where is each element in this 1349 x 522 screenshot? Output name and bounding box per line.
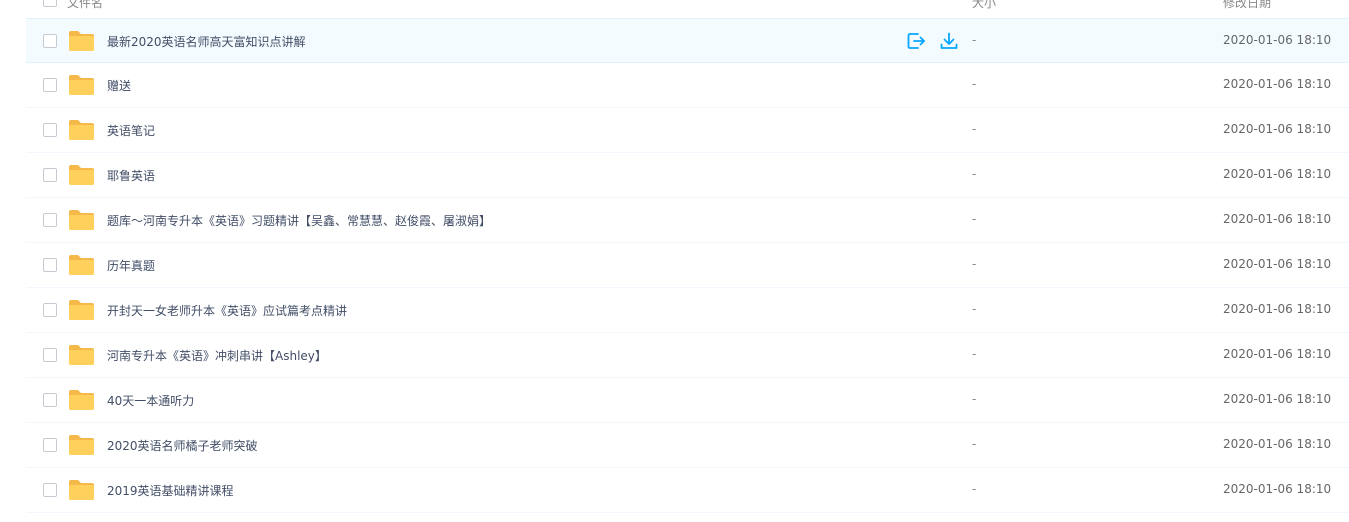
file-name-link[interactable]: 英语笔记 — [107, 122, 155, 139]
file-modified-date: 2020-01-06 18:10 — [1223, 167, 1332, 181]
file-list-header: 文件名 大小 修改日期 — [26, 0, 1349, 19]
file-name-link[interactable]: 河南专升本《英语》冲刺串讲【Ashley】 — [107, 347, 327, 364]
folder-icon[interactable] — [68, 74, 95, 96]
file-modified-date: 2020-01-06 18:10 — [1223, 437, 1332, 451]
file-row[interactable]: 2020英语名师橘子老师突破 - 2020-01-06 18:10 — [26, 423, 1349, 468]
column-header-date[interactable]: 修改日期 — [1223, 0, 1271, 11]
folder-icon[interactable] — [68, 254, 95, 276]
file-size: - — [972, 212, 977, 226]
file-name-link[interactable]: 40天一本通听力 — [107, 392, 194, 409]
row-checkbox[interactable] — [43, 303, 57, 317]
file-size: - — [972, 33, 977, 47]
folder-icon[interactable] — [68, 434, 95, 456]
folder-icon[interactable] — [68, 119, 95, 141]
folder-icon[interactable] — [68, 209, 95, 231]
download-icon[interactable] — [939, 31, 959, 51]
row-checkbox[interactable] — [43, 438, 57, 452]
folder-icon[interactable] — [68, 164, 95, 186]
row-checkbox[interactable] — [43, 393, 57, 407]
file-row[interactable]: 开封天一女老师升本《英语》应试篇考点精讲 - 2020-01-06 18:10 — [26, 288, 1349, 333]
file-name-link[interactable]: 开封天一女老师升本《英语》应试篇考点精讲 — [107, 302, 347, 319]
file-row[interactable]: 最新2020英语名师高天富知识点讲解 - 2020-01-06 18:10 — [26, 18, 1349, 63]
row-checkbox[interactable] — [43, 348, 57, 362]
folder-icon[interactable] — [68, 479, 95, 501]
file-size: - — [972, 302, 977, 316]
file-name-link[interactable]: 2019英语基础精讲课程 — [107, 482, 234, 499]
file-modified-date: 2020-01-06 18:10 — [1223, 33, 1332, 47]
file-modified-date: 2020-01-06 18:10 — [1223, 122, 1332, 136]
file-row[interactable]: 40天一本通听力 - 2020-01-06 18:10 — [26, 378, 1349, 423]
file-modified-date: 2020-01-06 18:10 — [1223, 212, 1332, 226]
file-modified-date: 2020-01-06 18:10 — [1223, 302, 1332, 316]
file-list: 最新2020英语名师高天富知识点讲解 -2020-01-06 18:10 赠送 -20… — [26, 18, 1349, 513]
row-checkbox[interactable] — [43, 34, 57, 48]
folder-icon[interactable] — [68, 30, 95, 52]
file-size: - — [972, 77, 977, 91]
row-checkbox[interactable] — [43, 123, 57, 137]
file-row[interactable]: 河南专升本《英语》冲刺串讲【Ashley】 - 2020-01-06 18:10 — [26, 333, 1349, 378]
file-size: - — [972, 482, 977, 496]
file-browser: 文件名 大小 修改日期 最新2020英语名师高天富知识点讲解 - 2020-01-0… — [0, 0, 1349, 522]
file-row[interactable]: 2019英语基础精讲课程 - 2020-01-06 18:10 — [26, 468, 1349, 513]
file-name-link[interactable]: 最新2020英语名师高天富知识点讲解 — [107, 33, 306, 50]
folder-icon[interactable] — [68, 344, 95, 366]
file-size: - — [972, 167, 977, 181]
share-icon[interactable] — [906, 31, 926, 51]
row-checkbox[interactable] — [43, 483, 57, 497]
folder-icon[interactable] — [68, 299, 95, 321]
select-all-checkbox[interactable] — [43, 0, 57, 7]
file-row[interactable]: 历年真题 - 2020-01-06 18:10 — [26, 243, 1349, 288]
file-modified-date: 2020-01-06 18:10 — [1223, 77, 1332, 91]
file-row[interactable]: 赠送 - 2020-01-06 18:10 — [26, 63, 1349, 108]
row-checkbox[interactable] — [43, 258, 57, 272]
file-name-link[interactable]: 题库～河南专升本《英语》习题精讲【吴鑫、常慧慧、赵俊霞、屠淑娟】 — [107, 212, 491, 229]
file-row[interactable]: 英语笔记 - 2020-01-06 18:10 — [26, 108, 1349, 153]
file-name-link[interactable]: 历年真题 — [107, 257, 155, 274]
file-name-link[interactable]: 2020英语名师橘子老师突破 — [107, 437, 258, 454]
file-name-link[interactable]: 赠送 — [107, 77, 131, 94]
column-header-name[interactable]: 文件名 — [67, 0, 103, 11]
column-header-size[interactable]: 大小 — [972, 0, 996, 11]
row-checkbox[interactable] — [43, 168, 57, 182]
row-checkbox[interactable] — [43, 78, 57, 92]
file-size: - — [972, 257, 977, 271]
file-size: - — [972, 392, 977, 406]
row-checkbox[interactable] — [43, 213, 57, 227]
file-size: - — [972, 437, 977, 451]
file-name-link[interactable]: 耶鲁英语 — [107, 167, 155, 184]
file-size: - — [972, 122, 977, 136]
file-modified-date: 2020-01-06 18:10 — [1223, 482, 1332, 496]
file-modified-date: 2020-01-06 18:10 — [1223, 257, 1332, 271]
file-modified-date: 2020-01-06 18:10 — [1223, 392, 1332, 406]
folder-icon[interactable] — [68, 389, 95, 411]
file-modified-date: 2020-01-06 18:10 — [1223, 347, 1332, 361]
file-row[interactable]: 题库～河南专升本《英语》习题精讲【吴鑫、常慧慧、赵俊霞、屠淑娟】 - 2020-01… — [26, 198, 1349, 243]
file-size: - — [972, 347, 977, 361]
file-row[interactable]: 耶鲁英语 - 2020-01-06 18:10 — [26, 153, 1349, 198]
